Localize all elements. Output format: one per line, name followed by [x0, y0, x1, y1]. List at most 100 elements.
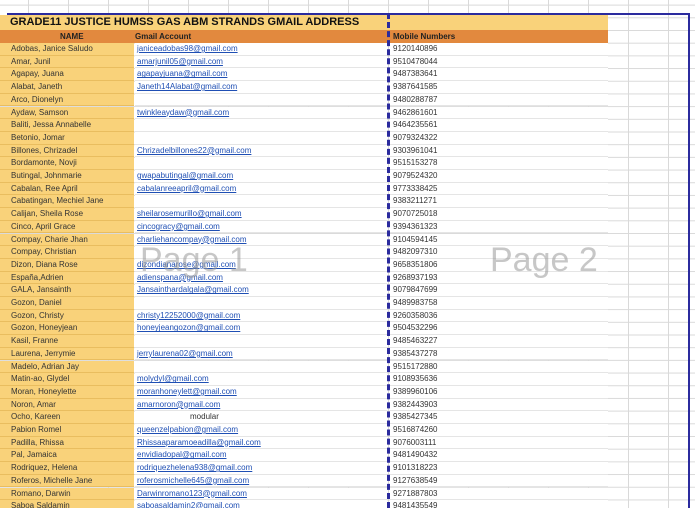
mobile-cell[interactable]: 9383211271 — [390, 195, 608, 209]
name-cell[interactable]: Rodriquez, Helena — [0, 462, 134, 475]
mobile-cell[interactable]: 9489983758 — [390, 297, 608, 310]
table-row[interactable]: Padilla, Rhissa Rhissaaparamoeadilla@gmai… — [0, 436, 695, 450]
name-cell[interactable]: Adobas, Janice Saludo — [0, 43, 134, 56]
gmail-cell[interactable]: envidiadopal@gmail.com — [135, 449, 387, 463]
name-cell[interactable]: Butingal, Johnmarie — [0, 170, 134, 183]
mobile-cell[interactable]: 9079847699 — [390, 284, 608, 297]
table-row[interactable]: Romano, Darwin Darwinromano123@gmail.com 9… — [0, 487, 695, 501]
table-row[interactable]: Cabatingan, Mechiel Jane 9383211271 — [0, 195, 695, 209]
name-cell[interactable]: Arco, Dionelyn — [0, 93, 134, 107]
table-row[interactable]: Kasil, Franne 9485463227 — [0, 335, 695, 348]
name-cell[interactable]: Baliti, Jessa Annabelle — [0, 119, 134, 132]
table-row[interactable]: Gozon, Honeyjean honeyjeangozon@gmail.com… — [0, 322, 695, 336]
table-row[interactable]: Laurena, Jerrymie jerrylaurena02@gmail.co… — [0, 347, 695, 361]
gmail-cell[interactable]: rodriquezhelena938@gmail.com — [135, 462, 387, 475]
gmail-cell[interactable]: Jansainthardalgala@gmail.com — [135, 284, 387, 297]
mobile-cell[interactable]: 9079324322 — [390, 131, 608, 145]
name-cell[interactable]: Matin-ao, Glydel — [0, 373, 134, 386]
gmail-cell[interactable]: honeyjeangozon@gmail.com — [135, 322, 387, 336]
page-break-line[interactable] — [387, 13, 390, 508]
name-cell[interactable]: Cinco, April Grace — [0, 220, 134, 234]
gmail-cell[interactable]: Janeth14Alabat@gmail.com — [135, 81, 387, 94]
gmail-cell[interactable]: Rhissaaparamoeadilla@gmail.com — [135, 436, 387, 450]
gmail-cell[interactable]: sheilarosemurillo@gmail.com — [135, 208, 387, 221]
header-row[interactable]: NAME Gmail Account Mobile Numbers — [0, 30, 608, 43]
name-cell[interactable]: Romano, Darwin — [0, 487, 134, 501]
name-cell[interactable]: Noron, Amar — [0, 398, 134, 412]
mobile-cell[interactable]: 9516874260 — [390, 424, 608, 437]
gmail-cell[interactable]: jerrylaurena02@gmail.com — [135, 347, 387, 361]
gmail-cell[interactable]: Chrizadelbillones22@gmail.com — [135, 144, 387, 158]
name-cell[interactable]: Compay, Christian — [0, 246, 134, 259]
title-row[interactable]: GRADE11 JUSTICE HUMSS GAS ABM STRANDS GM… — [0, 15, 608, 30]
gmail-cell[interactable]: twinkleaydaw@gmail.com — [135, 106, 387, 120]
table-row[interactable]: Cabalan, Ree April cabalanreeapril@gmail.… — [0, 182, 695, 196]
name-cell[interactable]: Gozon, Honeyjean — [0, 322, 134, 336]
name-cell[interactable]: Pabion Romel — [0, 424, 134, 437]
gmail-cell[interactable]: gwapabutingal@gmail.com — [135, 170, 387, 183]
mobile-cell[interactable]: 9076003111 — [390, 436, 608, 450]
gmail-cell[interactable] — [135, 335, 387, 348]
table-row[interactable]: Billones, Chrizadel Chrizadelbillones22@g… — [0, 144, 695, 158]
name-cell[interactable]: Gozon, Christy — [0, 309, 134, 323]
mobile-cell[interactable]: 9385427345 — [390, 411, 608, 424]
mobile-cell[interactable]: 9481435549 — [390, 500, 608, 508]
gmail-cell[interactable]: christy12252000@gmail.com — [135, 309, 387, 323]
gmail-cell[interactable] — [135, 297, 387, 310]
mobile-cell[interactable]: 9504532296 — [390, 322, 608, 336]
mobile-cell[interactable]: 9385437278 — [390, 347, 608, 361]
table-row[interactable]: Calijan, Sheila Rose sheilarosemurillo@gm… — [0, 208, 695, 221]
name-cell[interactable]: Roferos, Michelle Jane — [0, 474, 134, 488]
mobile-cell[interactable]: 9108935636 — [390, 373, 608, 386]
table-row[interactable]: Rodriquez, Helena rodriquezhelena938@gmai… — [0, 462, 695, 475]
mobile-cell[interactable]: 9515153278 — [390, 157, 608, 170]
name-cell[interactable]: Cabatingan, Mechiel Jane — [0, 195, 134, 209]
mobile-cell[interactable]: 9394361323 — [390, 220, 608, 234]
mobile-cell[interactable]: 9303961041 — [390, 144, 608, 158]
mobile-cell[interactable]: 9382443903 — [390, 398, 608, 412]
gmail-cell[interactable]: queenzelpabion@gmail.com — [135, 424, 387, 437]
table-row[interactable]: Baliti, Jessa Annabelle 9464235561 — [0, 119, 695, 132]
gmail-cell[interactable]: saboasaldamin2@gmail.com — [135, 500, 387, 508]
gmail-cell[interactable] — [135, 119, 387, 132]
table-row[interactable]: Moran, Honeylette moranhoneylett@gmail.co… — [0, 385, 695, 399]
gmail-cell[interactable]: janiceadobas98@gmail.com — [135, 43, 387, 56]
mobile-cell[interactable]: 9387641585 — [390, 81, 608, 94]
mobile-cell[interactable]: 9481490432 — [390, 449, 608, 463]
gmail-cell[interactable] — [135, 157, 387, 170]
name-cell[interactable]: Dizon, Diana Rose — [0, 258, 134, 272]
mobile-cell[interactable]: 9079524320 — [390, 170, 608, 183]
name-cell[interactable]: Aydaw, Samson — [0, 106, 134, 120]
table-row[interactable]: Bordamonte, Novji 9515153278 — [0, 157, 695, 170]
mobile-cell[interactable]: 9480288787 — [390, 93, 608, 107]
mobile-cell[interactable]: 9127638549 — [390, 474, 608, 488]
name-cell[interactable]: Gozon, Daniel — [0, 297, 134, 310]
table-row[interactable]: Pal, Jamaica envidiadopal@gmail.com 948149… — [0, 449, 695, 463]
table-row[interactable]: Ocho, Kareen modular 9385427345 — [0, 411, 695, 424]
gmail-cell[interactable]: moranhoneylett@gmail.com — [135, 385, 387, 399]
mobile-cell[interactable]: 9070725018 — [390, 208, 608, 221]
name-cell[interactable]: Padilla, Rhissa — [0, 436, 134, 450]
gmail-cell[interactable]: agapayjuana@gmail.com — [135, 68, 387, 82]
gmail-cell[interactable]: amarnoron@gmail.com — [135, 398, 387, 412]
table-row[interactable]: Butingal, Johnmarie gwapabutingal@gmail.c… — [0, 170, 695, 183]
table-row[interactable]: Betonio, Jomar 9079324322 — [0, 131, 695, 145]
mobile-cell[interactable]: 9464235561 — [390, 119, 608, 132]
table-row[interactable]: Gozon, Daniel 9489983758 — [0, 297, 695, 310]
mobile-cell[interactable]: 9510478044 — [390, 55, 608, 69]
table-row[interactable]: GALA, Jansainth Jansainthardalgala@gmail.… — [0, 284, 695, 297]
table-row[interactable]: Agapay, Juana agapayjuana@gmail.com 948738… — [0, 68, 695, 82]
name-cell[interactable]: España,Adrien — [0, 271, 134, 285]
name-cell[interactable]: Madelo, Adrian Jay — [0, 360, 134, 374]
name-cell[interactable]: Compay, Charie Jhan — [0, 233, 134, 247]
table-row[interactable]: Cinco, April Grace cincogracy@gmail.com 93… — [0, 220, 695, 234]
mobile-cell[interactable]: 9462861601 — [390, 106, 608, 120]
gmail-cell[interactable] — [135, 93, 387, 107]
name-cell[interactable]: Ocho, Kareen — [0, 411, 134, 424]
table-row[interactable]: Adobas, Janice Saludo janiceadobas98@gmai… — [0, 43, 695, 56]
name-cell[interactable]: Alabat, Janeth — [0, 81, 134, 94]
table-row[interactable]: Alabat, Janeth Janeth14Alabat@gmail.com 93… — [0, 81, 695, 94]
table-row[interactable]: Amar, Junil amarjunil05@gmail.com 95104780… — [0, 55, 695, 69]
table-row[interactable]: Roferos, Michelle Jane roferosmichelle645… — [0, 474, 695, 488]
name-cell[interactable]: Agapay, Juana — [0, 68, 134, 82]
